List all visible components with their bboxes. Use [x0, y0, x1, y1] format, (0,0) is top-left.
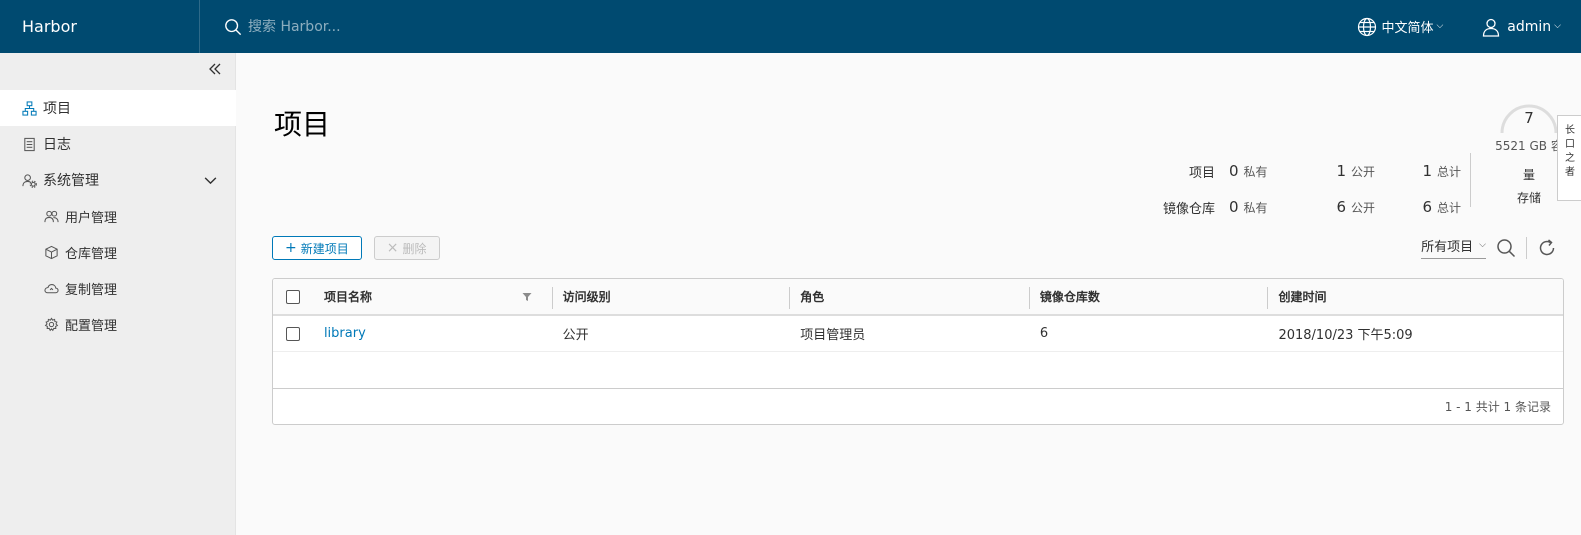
filter-bar: 所有项目 ⌵	[1421, 236, 1557, 259]
user-icon	[1483, 18, 1500, 37]
page-title: 项目	[274, 108, 331, 141]
grid-footer: 1 - 1 共计 1 条记录	[273, 389, 1563, 424]
column-header-label: 访问级别	[562, 290, 611, 304]
column-header-label: 镜像仓库数	[1039, 290, 1100, 304]
sidebar-item-label: 用户管理	[65, 210, 118, 226]
public-unit: 公开	[1350, 201, 1375, 215]
delete-label: 删除	[402, 241, 427, 256]
brand-title[interactable]: Harbor	[0, 0, 200, 53]
close-icon: ×	[386, 240, 399, 256]
storage-gauge: 7	[1499, 97, 1559, 137]
repos-public-count: 6	[1336, 198, 1346, 216]
stats-divider	[1470, 153, 1471, 207]
project-toolbar: + 新建项目 × 删除	[272, 236, 452, 260]
column-header-label: 角色	[800, 290, 825, 304]
storage-value: 7	[1524, 109, 1534, 127]
access-level: 公开	[562, 328, 589, 343]
creation-time: 2018/10/23 下午5:09	[1278, 328, 1413, 343]
repos-total-count: 6	[1422, 198, 1432, 216]
top-header: Harbor 中文简体 ⌵ admin ⌵	[0, 0, 1581, 53]
column-header-name[interactable]: 项目名称	[313, 279, 552, 314]
user-name: admin	[1507, 18, 1552, 35]
repo-count: 6	[1039, 326, 1049, 341]
sidebar: 项目 日志 系统管理 用户管理 仓库管理 复制管理 配置管理	[0, 53, 236, 535]
repos-private-count: 0	[1229, 198, 1239, 216]
search-icon	[225, 18, 242, 35]
sidebar-item-label: 复制管理	[65, 282, 118, 298]
total-unit: 总计	[1436, 165, 1461, 179]
project-stats: 项目 0 私有 1 公开 1 总计 镜像仓库 0 私有 6 公开 6 总计	[1145, 153, 1471, 225]
main-content: 项目 项目 0 私有 1 公开 1 总计 镜像仓库 0 私有 6 公开 6 总计…	[236, 53, 1581, 535]
row-checkbox[interactable]	[285, 326, 300, 341]
empty-row	[273, 352, 1563, 389]
select-all-checkbox[interactable]	[285, 289, 300, 304]
project-name-link[interactable]: library	[324, 326, 366, 341]
projects-total-count: 1	[1422, 162, 1432, 180]
plus-icon: +	[285, 240, 297, 256]
projects-private-count: 0	[1229, 162, 1239, 180]
sidebar-item-label: 仓库管理	[65, 246, 118, 262]
role: 项目管理员	[800, 328, 866, 343]
column-header-label: 创建时间	[1278, 290, 1327, 304]
global-search	[224, 0, 548, 53]
project-filter-select[interactable]: 所有项目 ⌵	[1421, 236, 1486, 259]
toolbar-divider	[1526, 236, 1527, 259]
search-input[interactable]	[248, 18, 548, 35]
repos-stat-row: 镜像仓库 0 私有 6 公开 6 总计	[1145, 189, 1461, 225]
chevron-down-icon: ⌵	[1554, 20, 1561, 31]
pagination-summary: 1 - 1 共计 1 条记录	[1444, 400, 1551, 414]
chevron-down-icon: ⌵	[1436, 20, 1444, 31]
column-header-role[interactable]: 角色	[789, 279, 1029, 314]
total-unit: 总计	[1436, 201, 1461, 215]
new-project-button[interactable]: + 新建项目	[272, 236, 362, 260]
projects-public-count: 1	[1336, 162, 1346, 180]
registry-icon	[45, 245, 58, 259]
public-unit: 公开	[1350, 165, 1375, 179]
users-icon	[44, 210, 59, 222]
language-label: 中文简体	[1381, 21, 1434, 36]
sidebar-item-registries[interactable]: 仓库管理	[0, 234, 236, 270]
sidebar-item-admin[interactable]: 系统管理	[0, 162, 236, 198]
column-header-access[interactable]: 访问级别	[551, 279, 790, 314]
gear-icon	[44, 316, 59, 331]
collapse-sidebar-icon[interactable]	[207, 61, 223, 77]
sidebar-item-label: 日志	[43, 137, 71, 153]
grid-header: 项目名称 访问级别 角色 镜像仓库数 创建时间	[273, 279, 1563, 316]
repos-stat-label: 镜像仓库	[1162, 201, 1215, 217]
sidebar-item-replication[interactable]: 复制管理	[0, 270, 236, 306]
search-icon[interactable]	[1496, 238, 1516, 258]
cloud-replication-icon	[44, 283, 59, 293]
sidebar-item-label: 配置管理	[65, 318, 118, 334]
sidebar-nav: 项目 日志 系统管理 用户管理 仓库管理 复制管理 配置管理	[0, 90, 236, 342]
log-icon	[24, 137, 35, 151]
sidebar-item-label: 系统管理	[43, 173, 99, 189]
chevron-down-icon: ⌵	[1479, 239, 1486, 250]
globe-icon	[1358, 17, 1377, 36]
admin-icon	[22, 173, 37, 188]
user-menu[interactable]: admin ⌵	[1481, 17, 1561, 37]
filter-icon[interactable]	[522, 292, 532, 302]
project-icon	[22, 100, 37, 116]
project-filter-value: 所有项目	[1421, 240, 1474, 255]
delete-button[interactable]: × 删除	[373, 236, 440, 260]
edge-tooltip: 长 口 之 者	[1557, 115, 1581, 201]
sidebar-item-configuration[interactable]: 配置管理	[0, 306, 236, 342]
column-header-repo-count[interactable]: 镜像仓库数	[1028, 279, 1268, 314]
new-project-label: 新建项目	[300, 241, 349, 256]
project-datagrid: 项目名称 访问级别 角色 镜像仓库数 创建时间 library 公开 项目管理员	[272, 278, 1564, 425]
column-header-created[interactable]: 创建时间	[1267, 279, 1563, 314]
projects-stat-row: 项目 0 私有 1 公开 1 总计	[1145, 153, 1461, 189]
chevron-down-icon[interactable]	[203, 173, 218, 188]
table-row: library 公开 项目管理员 6 2018/10/23 下午5:09	[273, 316, 1563, 352]
refresh-icon[interactable]	[1537, 238, 1557, 258]
language-selector[interactable]: 中文简体 ⌵	[1357, 17, 1443, 37]
private-unit: 私有	[1243, 165, 1268, 179]
column-header-label: 项目名称	[323, 290, 372, 304]
sidebar-item-logs[interactable]: 日志	[0, 126, 236, 162]
sidebar-item-users[interactable]: 用户管理	[0, 198, 236, 234]
private-unit: 私有	[1243, 201, 1268, 215]
projects-stat-label: 项目	[1188, 165, 1215, 181]
sidebar-item-label: 项目	[43, 101, 71, 117]
sidebar-item-projects[interactable]: 项目	[0, 90, 236, 126]
